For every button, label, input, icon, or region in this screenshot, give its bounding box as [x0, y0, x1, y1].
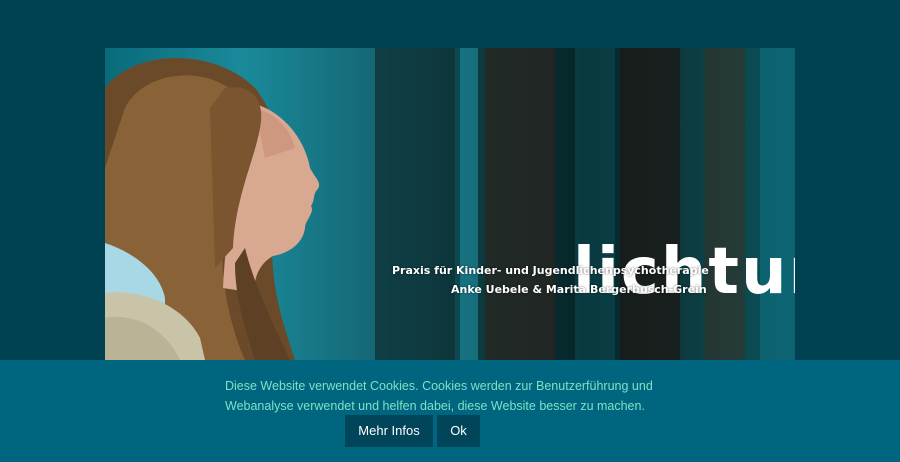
- therapist-names: Anke Uebele & Marita Bergerbusch-Grein: [451, 283, 707, 296]
- ok-button[interactable]: Ok: [437, 415, 480, 447]
- page: lichtung Praxis für Kinder- und Jugendli…: [0, 0, 900, 462]
- more-info-button[interactable]: Mehr Infos: [345, 415, 433, 447]
- cookie-message-line1: Diese Website verwendet Cookies. Cookies…: [225, 379, 653, 393]
- hero-photo: [105, 48, 795, 360]
- cookie-message-line2: Webanalyse verwendet und helfen dabei, d…: [225, 399, 645, 413]
- tagline: Praxis für Kinder- und Jugendlichenpsych…: [392, 264, 709, 277]
- hero-banner: lichtung Praxis für Kinder- und Jugendli…: [105, 48, 795, 360]
- cookie-banner: Diese Website verwendet Cookies. Cookies…: [0, 360, 900, 462]
- cookie-message: Diese Website verwendet Cookies. Cookies…: [225, 376, 685, 416]
